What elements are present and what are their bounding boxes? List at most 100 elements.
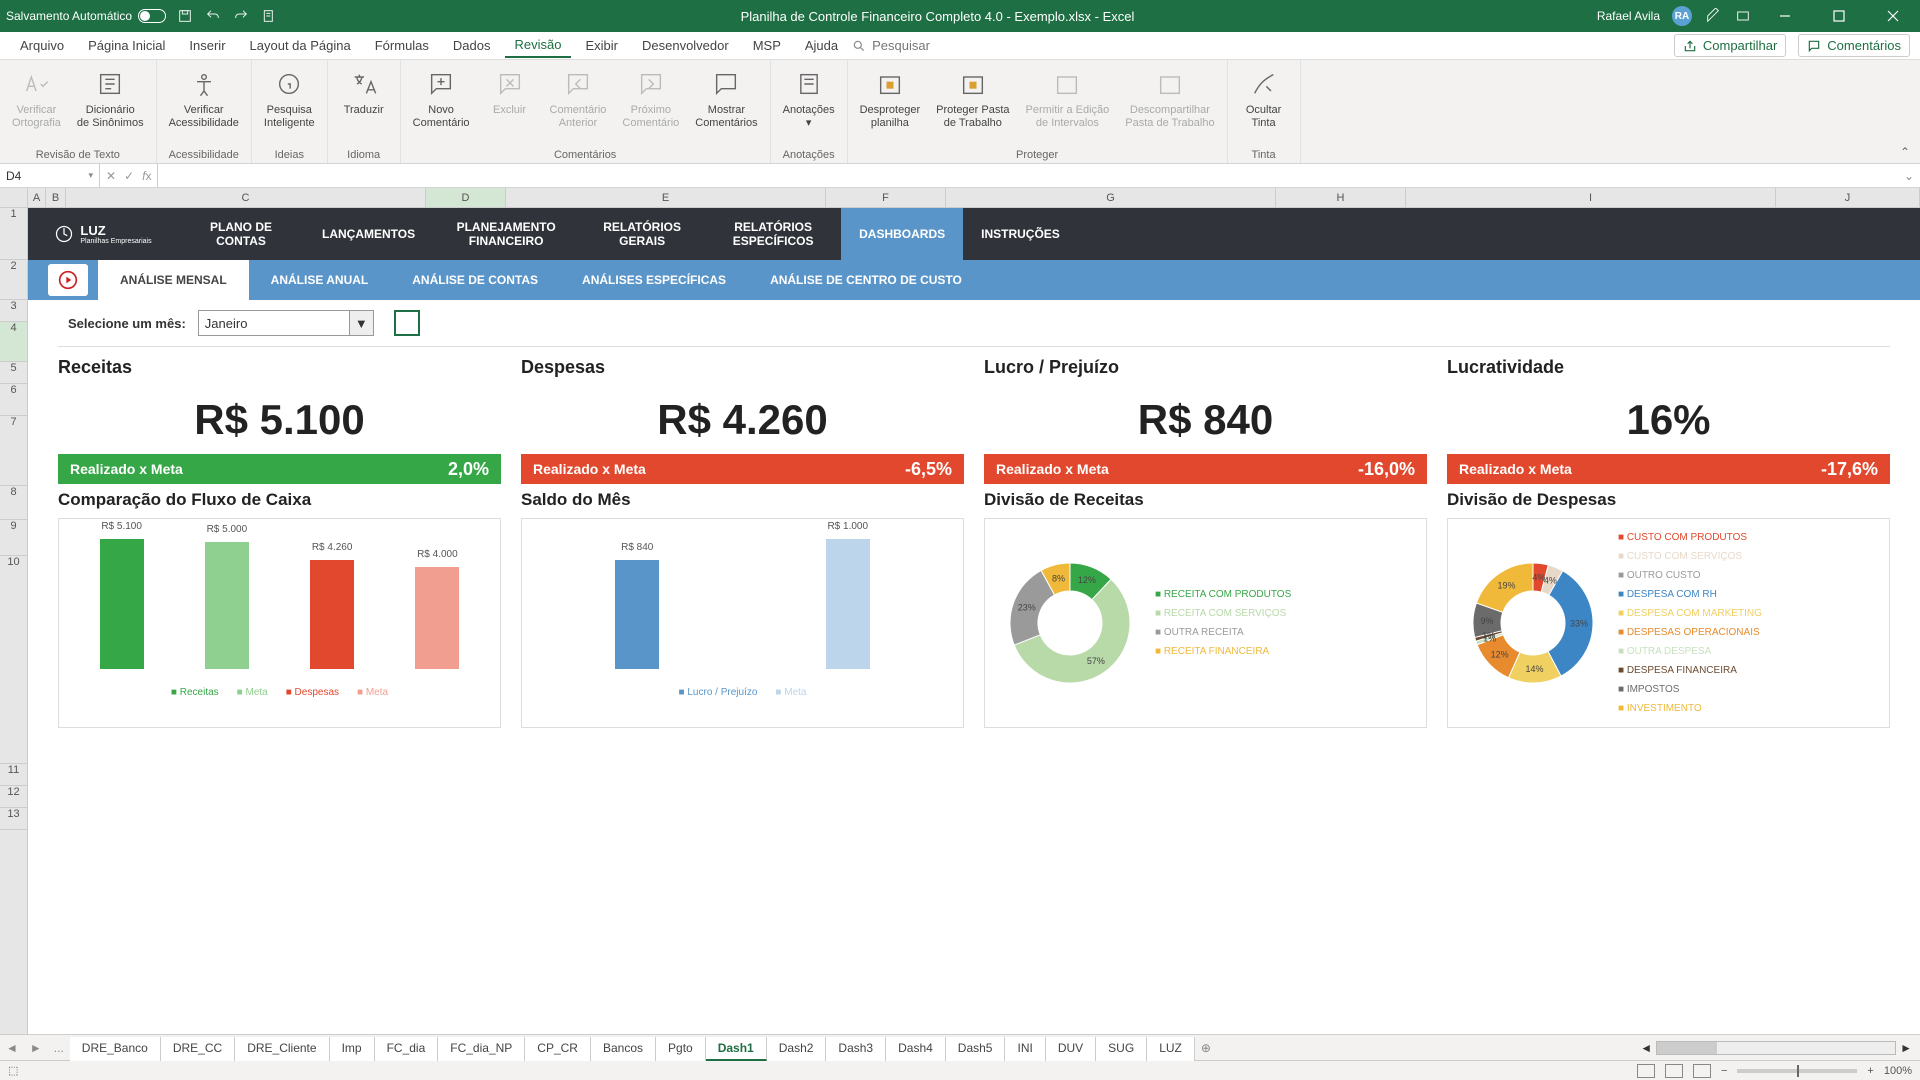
menu-arquivo[interactable]: Arquivo [10,34,74,57]
smart-lookup-button[interactable]: PesquisaInteligente [258,64,321,134]
menu-layout[interactable]: Layout da Página [240,34,361,57]
nav-relatorios-gerais[interactable]: RELATÓRIOS GERAIS [579,208,705,260]
close-button[interactable] [1872,0,1914,32]
menu-msp[interactable]: MSP [743,34,791,57]
accept-formula-icon[interactable]: ✓ [124,169,134,183]
nav-lancamentos[interactable]: LANÇAMENTOS [304,208,433,260]
ribbon-mode-icon[interactable] [1734,7,1752,25]
allow-edit-ranges-button[interactable]: Permitir a Ediçãode Intervalos [1020,64,1116,134]
sheet-tab[interactable]: Pgto [656,1037,706,1061]
unprotect-sheet-button[interactable]: Desprotegerplanilha [854,64,927,134]
redo-icon[interactable] [232,7,250,25]
nav-relatorios-especificos[interactable]: RELATÓRIOS ESPECÍFICOS [705,208,841,260]
notes-button[interactable]: Anotações▾ [777,64,841,134]
cancel-formula-icon[interactable]: ✕ [106,169,116,183]
sheet-tab[interactable]: Bancos [591,1037,656,1061]
chevron-down-icon[interactable]: ▼ [349,311,373,335]
zoom-slider[interactable] [1737,1069,1857,1073]
nav-planejamento[interactable]: PLANEJAMENTO FINANCEIRO [433,208,579,260]
undo-icon[interactable] [204,7,222,25]
nav-instrucoes[interactable]: INSTRUÇÕES [963,208,1078,260]
zoom-out-icon[interactable]: − [1721,1065,1727,1077]
add-sheet-button[interactable]: ⊕ [1195,1041,1217,1055]
column-headers[interactable]: A B C D E F G H I J [0,188,1920,208]
spellcheck-button[interactable]: VerificarOrtografia [6,64,67,134]
share-button[interactable]: Compartilhar [1674,34,1786,57]
sheet-tab[interactable]: FC_dia_NP [438,1037,525,1061]
sheet-tab[interactable]: DRE_CC [161,1037,235,1061]
sheet-tab[interactable]: LUZ [1147,1037,1195,1061]
save-icon[interactable] [176,7,194,25]
record-macro-icon[interactable]: ⬚ [8,1064,18,1077]
sheet-tab[interactable]: FC_dia [375,1037,439,1061]
expand-formula-icon[interactable]: ⌄ [1898,164,1920,187]
hide-ink-button[interactable]: OcultarTinta [1234,64,1294,134]
menu-ajuda[interactable]: Ajuda [795,34,848,57]
maximize-button[interactable] [1818,0,1860,32]
sheet-tab[interactable]: Dash3 [826,1037,886,1061]
active-cell-indicator[interactable] [394,310,420,336]
fx-icon[interactable]: fx [142,169,151,183]
subnav-mensal[interactable]: ANÁLISE MENSAL [98,260,249,300]
sheet-tab[interactable]: DUV [1046,1037,1096,1061]
collapse-ribbon-icon[interactable]: ⌃ [1890,60,1920,163]
thesaurus-button[interactable]: Dicionáriode Sinônimos [71,64,150,134]
next-comment-button[interactable]: PróximoComentário [616,64,685,134]
row-headers[interactable]: 1 2 3 4 5 6 7 8 9 10 11 12 13 [0,208,28,1034]
play-button[interactable] [48,264,88,296]
normal-view-icon[interactable] [1637,1064,1655,1078]
menu-dados[interactable]: Dados [443,34,501,57]
unshare-workbook-button[interactable]: DescompartilharPasta de Trabalho [1119,64,1220,134]
page-break-view-icon[interactable] [1693,1064,1711,1078]
translate-button[interactable]: Traduzir [334,64,394,121]
menu-inserir[interactable]: Inserir [179,34,235,57]
menu-formulas[interactable]: Fórmulas [365,34,439,57]
accessibility-button[interactable]: VerificarAcessibilidade [163,64,245,134]
menu-revisao[interactable]: Revisão [505,33,572,58]
menu-desenvolvedor[interactable]: Desenvolvedor [632,34,739,57]
formula-input[interactable] [158,164,1898,187]
show-comments-button[interactable]: MostrarComentários [689,64,763,134]
svg-text:4%: 4% [1544,575,1557,585]
nav-plano-contas[interactable]: PLANO DE CONTAS [178,208,304,260]
protect-workbook-button[interactable]: Proteger Pastade Trabalho [930,64,1015,134]
menu-pagina-inicial[interactable]: Página Inicial [78,34,175,57]
search-box[interactable]: Pesquisar [852,38,930,53]
sheet-tab[interactable]: Dash1 [706,1037,767,1061]
sheet-tab[interactable]: SUG [1096,1037,1147,1061]
subnav-especificas[interactable]: ANÁLISES ESPECÍFICAS [560,260,748,300]
tab-nav-next[interactable]: ► [24,1041,48,1055]
name-box[interactable]: D4 [0,164,100,187]
subnav-contas[interactable]: ANÁLISE DE CONTAS [390,260,560,300]
zoom-in-icon[interactable]: + [1867,1065,1873,1077]
tab-more[interactable]: ... [48,1041,70,1055]
minimize-button[interactable] [1764,0,1806,32]
comments-button[interactable]: Comentários [1798,34,1910,57]
notes-icon[interactable] [1704,7,1722,25]
zoom-level[interactable]: 100% [1884,1065,1912,1077]
sheet-tab[interactable]: DRE_Cliente [235,1037,329,1061]
subnav-anual[interactable]: ANÁLISE ANUAL [249,260,391,300]
horizontal-scrollbar[interactable]: ◄► [1640,1041,1920,1055]
sheet-tab[interactable]: INI [1005,1037,1045,1061]
subnav-centro-custo[interactable]: ANÁLISE DE CENTRO DE CUSTO [748,260,984,300]
sheet-tab[interactable]: Dash5 [946,1037,1006,1061]
quick-access-icon[interactable] [260,7,278,25]
sheet-tab[interactable]: Dash2 [767,1037,827,1061]
nav-dashboards[interactable]: DASHBOARDS [841,208,963,260]
user-avatar[interactable]: RA [1672,6,1692,26]
tab-nav-prev[interactable]: ◄ [0,1041,24,1055]
prev-comment-button[interactable]: ComentárioAnterior [544,64,613,134]
sheet-tab[interactable]: Dash4 [886,1037,946,1061]
delete-comment-button[interactable]: Excluir [480,64,540,121]
sheet-tab[interactable]: CP_CR [525,1037,591,1061]
sheet-tab[interactable]: DRE_Banco [70,1037,161,1061]
page-layout-view-icon[interactable] [1665,1064,1683,1078]
sheet-tab[interactable]: Imp [330,1037,375,1061]
svg-text:14%: 14% [1525,664,1543,674]
new-comment-button[interactable]: NovoComentário [407,64,476,134]
menu-exibir[interactable]: Exibir [575,34,628,57]
month-dropdown[interactable]: Janeiro ▼ [198,310,374,336]
autosave-toggle[interactable]: Salvamento Automático [6,9,166,23]
select-all-corner[interactable] [0,188,28,207]
